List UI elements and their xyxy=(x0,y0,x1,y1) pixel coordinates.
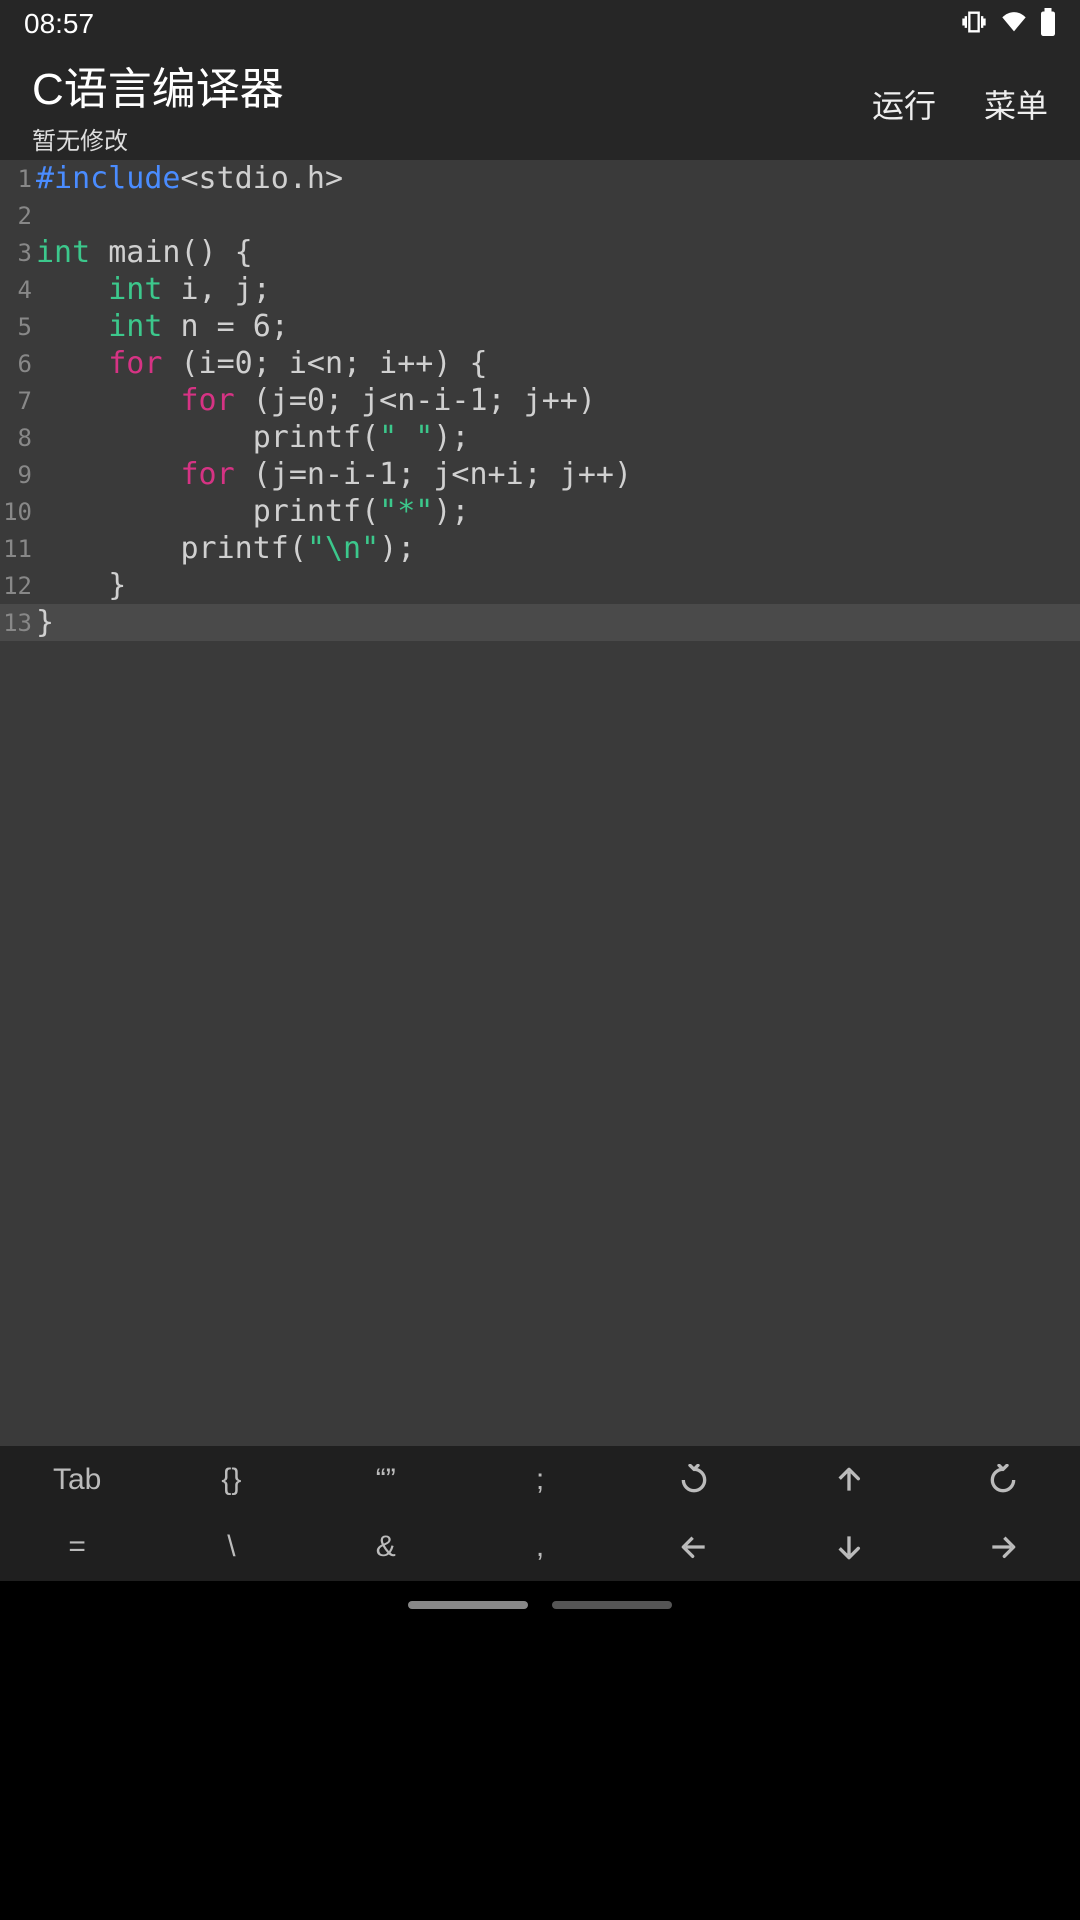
nav-bar xyxy=(0,1581,1080,1629)
key-[interactable]: \ xyxy=(154,1514,308,1582)
app-title-block: C语言编译器 暂无修改 xyxy=(32,53,284,156)
code-content[interactable]: for (j=0; j<n-i-1; j++) xyxy=(34,383,1080,418)
code-line[interactable]: 2 xyxy=(0,197,1080,234)
arrow-left-icon[interactable] xyxy=(617,1514,771,1582)
code-editor[interactable]: 1#include<stdio.h>23int main() {4 int i,… xyxy=(0,160,1080,1446)
wifi-icon xyxy=(1000,8,1028,41)
status-bar: 08:57 xyxy=(0,0,1080,48)
nav-pill[interactable] xyxy=(408,1601,528,1609)
undo-icon[interactable] xyxy=(617,1446,771,1514)
code-line[interactable]: 8 printf(" "); xyxy=(0,419,1080,456)
code-line[interactable]: 11 printf("\n"); xyxy=(0,530,1080,567)
status-time: 08:57 xyxy=(24,8,94,40)
menu-button[interactable]: 菜单 xyxy=(984,81,1048,127)
redo-icon[interactable] xyxy=(926,1446,1080,1514)
code-content[interactable]: } xyxy=(34,605,1080,640)
line-number: 8 xyxy=(0,424,34,452)
line-number: 1 xyxy=(0,165,34,193)
code-content[interactable]: } xyxy=(34,568,1080,603)
code-content[interactable]: for (i=0; i<n; i++) { xyxy=(34,346,1080,381)
line-number: 6 xyxy=(0,350,34,378)
key-[interactable]: , xyxy=(463,1514,617,1582)
run-button[interactable]: 运行 xyxy=(872,81,936,127)
code-content[interactable]: for (j=n-i-1; j<n+i; j++) xyxy=(34,457,1080,492)
nav-pill[interactable] xyxy=(552,1601,672,1609)
code-line[interactable]: 5 int n = 6; xyxy=(0,308,1080,345)
code-content[interactable]: int n = 6; xyxy=(34,309,1080,344)
code-content[interactable]: int main() { xyxy=(34,235,1080,270)
line-number: 12 xyxy=(0,572,34,600)
header-actions: 运行 菜单 xyxy=(872,81,1048,127)
app-subtitle: 暂无修改 xyxy=(32,121,284,156)
line-number: 7 xyxy=(0,387,34,415)
arrow-up-icon[interactable] xyxy=(771,1446,925,1514)
app-title: C语言编译器 xyxy=(32,53,284,117)
code-line[interactable]: 1#include<stdio.h> xyxy=(0,160,1080,197)
line-number: 5 xyxy=(0,313,34,341)
line-number: 10 xyxy=(0,498,34,526)
code-line[interactable]: 13} xyxy=(0,604,1080,641)
code-line[interactable]: 9 for (j=n-i-1; j<n+i; j++) xyxy=(0,456,1080,493)
key-Tab[interactable]: Tab xyxy=(0,1446,154,1514)
line-number: 2 xyxy=(0,202,34,230)
key-[interactable]: {} xyxy=(154,1446,308,1514)
status-icons xyxy=(960,8,1056,41)
line-number: 9 xyxy=(0,461,34,489)
code-line[interactable]: 12 } xyxy=(0,567,1080,604)
code-content[interactable]: int i, j; xyxy=(34,272,1080,307)
key-[interactable]: ; xyxy=(463,1446,617,1514)
line-number: 3 xyxy=(0,239,34,267)
key-[interactable]: = xyxy=(0,1514,154,1582)
code-content[interactable]: printf("\n"); xyxy=(34,531,1080,566)
battery-icon xyxy=(1040,8,1056,41)
arrow-right-icon[interactable] xyxy=(926,1514,1080,1582)
code-line[interactable]: 7 for (j=0; j<n-i-1; j++) xyxy=(0,382,1080,419)
code-content[interactable]: #include<stdio.h> xyxy=(34,161,1080,196)
code-content[interactable]: printf(" "); xyxy=(34,420,1080,455)
code-line[interactable]: 6 for (i=0; i<n; i++) { xyxy=(0,345,1080,382)
symbol-toolbar: Tab{}“”; =\&, xyxy=(0,1446,1080,1581)
line-number: 4 xyxy=(0,276,34,304)
code-line[interactable]: 10 printf("*"); xyxy=(0,493,1080,530)
vibrate-icon xyxy=(960,8,988,41)
key-[interactable]: “” xyxy=(309,1446,463,1514)
key-[interactable]: & xyxy=(309,1514,463,1582)
code-line[interactable]: 3int main() { xyxy=(0,234,1080,271)
line-number: 13 xyxy=(0,609,34,637)
code-line[interactable]: 4 int i, j; xyxy=(0,271,1080,308)
line-number: 11 xyxy=(0,535,34,563)
app-header: C语言编译器 暂无修改 运行 菜单 xyxy=(0,48,1080,160)
arrow-down-icon[interactable] xyxy=(771,1514,925,1582)
code-content[interactable]: printf("*"); xyxy=(34,494,1080,529)
